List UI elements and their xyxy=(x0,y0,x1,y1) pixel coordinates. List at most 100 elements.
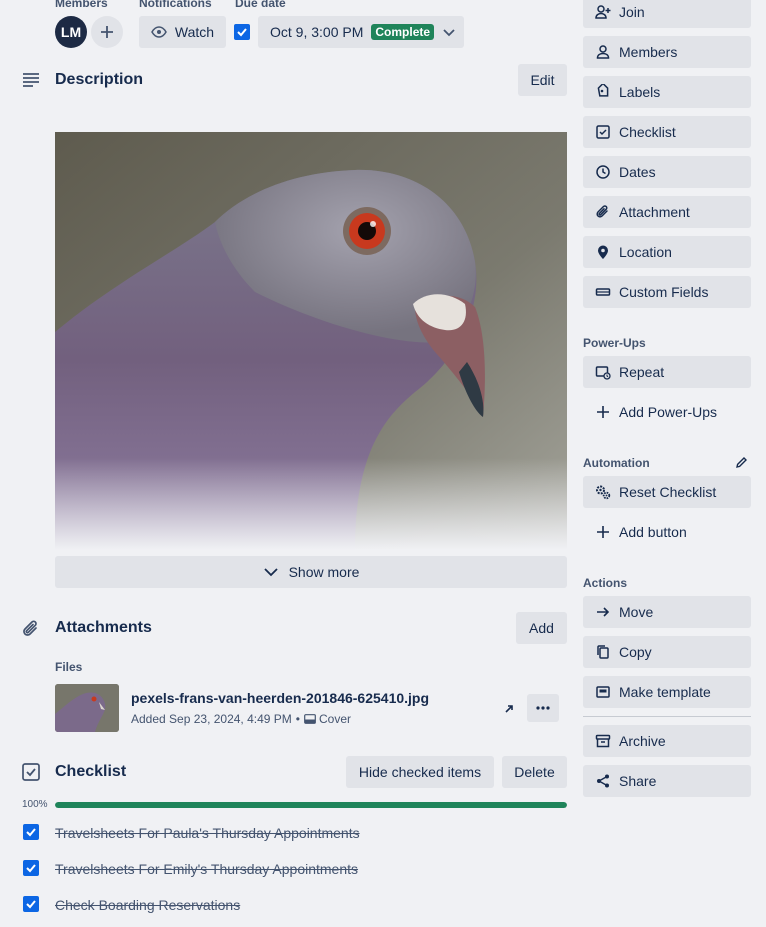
description-title: Description xyxy=(55,71,144,88)
repeat-button[interactable]: Repeat xyxy=(583,356,751,388)
share-button[interactable]: Share xyxy=(583,765,751,797)
attachment-meta: Added Sep 23, 2024, 4:49 PM • Cover xyxy=(131,712,351,726)
archive-icon xyxy=(595,734,611,748)
labels-label: Labels xyxy=(619,84,661,100)
plus-icon xyxy=(101,26,113,38)
tag-icon xyxy=(597,84,609,97)
join-button[interactable]: Join xyxy=(583,0,751,28)
hide-checked-items-button[interactable]: Hide checked items xyxy=(346,756,494,788)
check-icon xyxy=(26,828,36,837)
pencil-icon[interactable] xyxy=(735,456,748,469)
status-badge: Complete xyxy=(371,24,435,40)
reset-checklist-button[interactable]: Reset Checklist xyxy=(583,476,751,508)
attachment-thumbnail[interactable] xyxy=(55,684,119,732)
plus-icon xyxy=(597,526,609,538)
make-template-label: Make template xyxy=(619,684,711,700)
repeat-icon xyxy=(595,366,611,380)
due-date-checkbox[interactable] xyxy=(234,24,250,40)
edit-button[interactable]: Edit xyxy=(518,64,567,96)
checklist-label: Checklist xyxy=(619,124,676,140)
checklist-button[interactable]: Checklist xyxy=(583,116,751,148)
checklist-item[interactable]: Check Boarding Reservations xyxy=(55,897,240,913)
checkbox-icon xyxy=(596,125,610,139)
reset-checklist-label: Reset Checklist xyxy=(619,484,717,500)
due-date-label: Due date xyxy=(235,0,286,10)
add-power-ups-label: Add Power-Ups xyxy=(619,404,718,420)
copy-button[interactable]: Copy xyxy=(583,636,751,668)
description-icon xyxy=(23,73,39,87)
person-icon xyxy=(596,45,610,59)
custom-field-icon xyxy=(595,288,611,296)
checklist-item-checkbox[interactable] xyxy=(23,896,39,912)
plus-icon xyxy=(597,406,609,418)
edit-label: Edit xyxy=(530,72,555,88)
checklist-item-checkbox[interactable] xyxy=(23,824,39,840)
attachment-added: Added Sep 23, 2024, 4:49 PM xyxy=(131,712,292,726)
more-icon xyxy=(536,706,550,710)
watch-label: Watch xyxy=(174,24,215,40)
description-image xyxy=(55,132,567,550)
checklist-item[interactable]: Travelsheets For Paula's Thursday Appoin… xyxy=(55,825,360,841)
custom-fields-label: Custom Fields xyxy=(619,284,709,300)
members-label: Members xyxy=(55,0,108,10)
member-avatar[interactable]: LM xyxy=(55,16,87,48)
add-attachment-label: Add xyxy=(529,620,554,636)
attachments-title: Attachments xyxy=(55,619,152,636)
archive-button[interactable]: Archive xyxy=(583,725,751,757)
join-label: Join xyxy=(619,4,645,20)
copy-icon xyxy=(597,645,609,659)
pigeon-thumbnail-image xyxy=(55,684,119,732)
move-label: Move xyxy=(619,604,654,620)
repeat-label: Repeat xyxy=(619,364,665,380)
cover-link[interactable]: Cover xyxy=(319,712,351,726)
dates-label: Dates xyxy=(619,164,656,180)
add-member-button[interactable] xyxy=(91,16,123,48)
notifications-label: Notifications xyxy=(139,0,212,10)
clock-icon xyxy=(596,165,610,179)
chevron-down-icon xyxy=(263,568,278,577)
add-attachment-button[interactable]: Add xyxy=(516,612,567,644)
members-button[interactable]: Members xyxy=(583,36,751,68)
custom-fields-button[interactable]: Custom Fields xyxy=(583,276,751,308)
member-initials: LM xyxy=(60,24,82,40)
due-date-button[interactable]: Oct 9, 3:00 PM Complete xyxy=(258,16,464,48)
dates-button[interactable]: Dates xyxy=(583,156,751,188)
labels-button[interactable]: Labels xyxy=(583,76,751,108)
due-date-value: Oct 9, 3:00 PM xyxy=(270,24,364,40)
copy-label: Copy xyxy=(619,644,652,660)
archive-label: Archive xyxy=(619,733,666,749)
checklist-progress-track xyxy=(55,802,567,808)
checklist-progress-fill xyxy=(55,802,567,808)
show-more-button[interactable]: Show more xyxy=(55,556,567,588)
attachment-button[interactable]: Attachment xyxy=(583,196,751,228)
pigeon-illustration xyxy=(55,132,567,550)
check-icon xyxy=(26,900,36,909)
check-icon xyxy=(26,864,36,873)
eye-icon xyxy=(151,26,167,38)
checklist-item-checkbox[interactable] xyxy=(23,860,39,876)
location-button[interactable]: Location xyxy=(583,236,751,268)
checklist-item[interactable]: Travelsheets For Emily's Thursday Appoin… xyxy=(55,861,358,877)
make-template-button[interactable]: Make template xyxy=(583,676,751,708)
members-label: Members xyxy=(619,44,678,60)
checklist-title: Checklist xyxy=(55,763,127,780)
paperclip-icon xyxy=(23,620,37,636)
add-button-button[interactable]: Add button xyxy=(583,516,751,548)
actions-heading: Actions xyxy=(583,576,628,590)
power-ups-heading: Power-Ups xyxy=(583,336,646,350)
add-power-ups-button[interactable]: Add Power-Ups xyxy=(583,396,751,428)
open-external-icon[interactable] xyxy=(503,703,515,715)
attachment-separator: • xyxy=(295,712,300,726)
attachment-file-name[interactable]: pexels-frans-van-heerden-201846-625410.j… xyxy=(131,690,429,706)
attachment-more-button[interactable] xyxy=(527,694,559,722)
move-button[interactable]: Move xyxy=(583,596,751,628)
chevron-down-icon xyxy=(443,29,455,37)
watch-button[interactable]: Watch xyxy=(139,16,226,48)
checklist-icon xyxy=(22,763,40,781)
hide-checked-label: Hide checked items xyxy=(358,764,482,780)
person-add-icon xyxy=(595,5,611,19)
files-label: Files xyxy=(55,660,83,674)
delete-checklist-button[interactable]: Delete xyxy=(502,756,567,788)
gears-icon xyxy=(596,485,611,500)
attachment-label: Attachment xyxy=(619,204,690,220)
